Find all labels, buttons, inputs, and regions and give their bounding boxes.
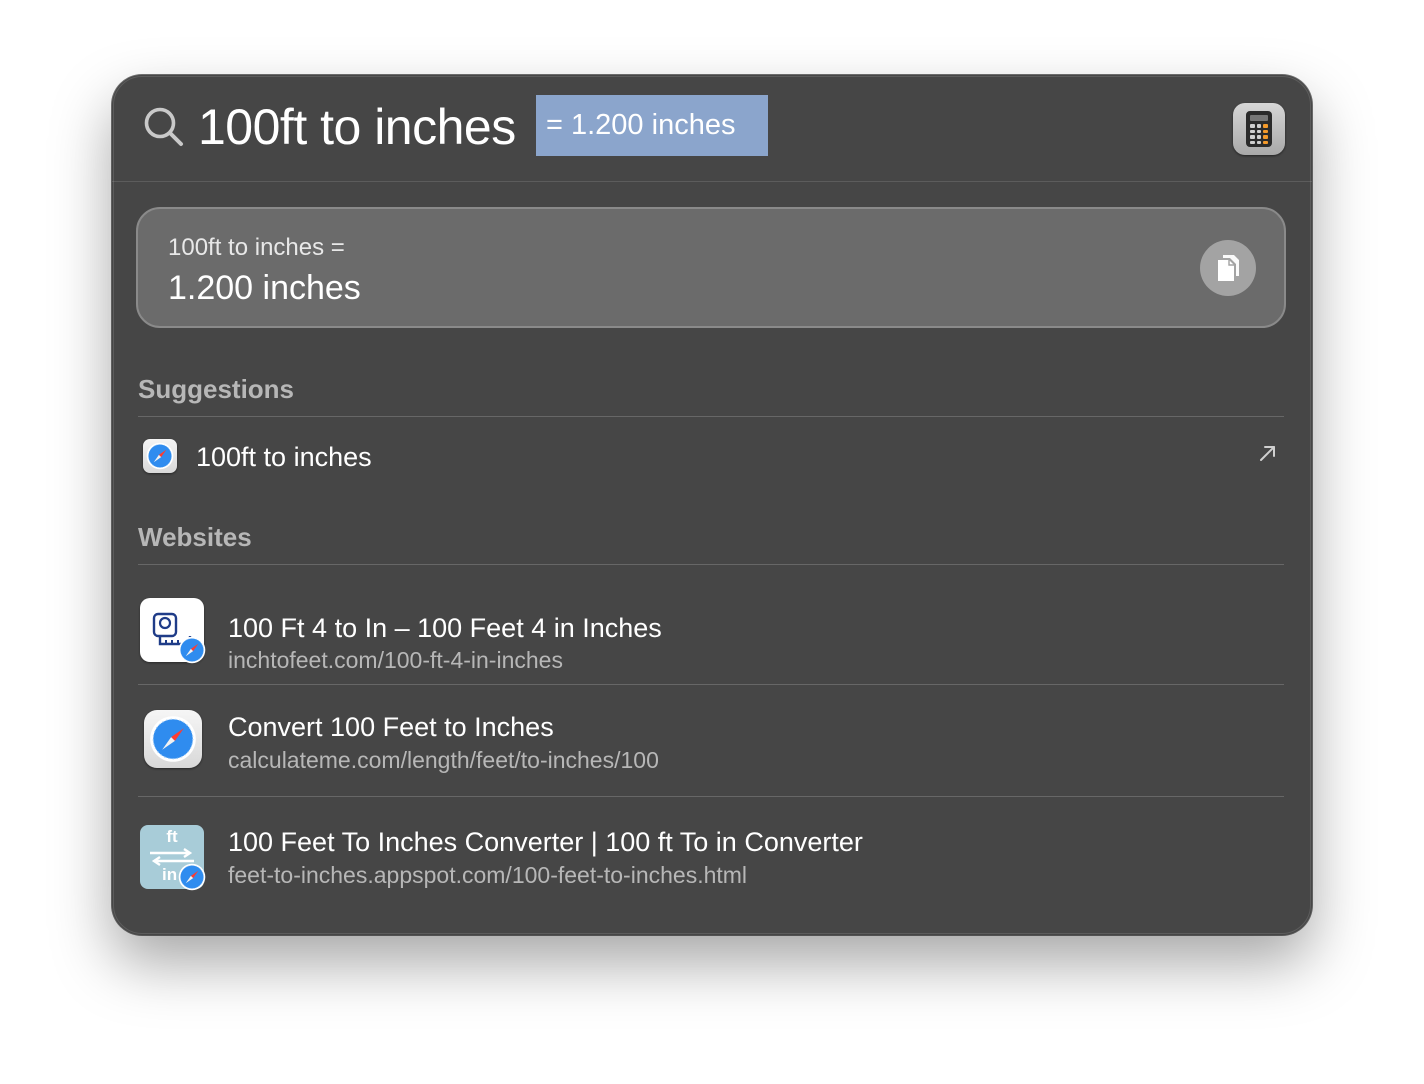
website-title: 100 Ft 4 to In – 100 Feet 4 in Inches (228, 613, 662, 643)
result-value: 1.200 inches (168, 269, 361, 307)
copy-button[interactable] (1200, 240, 1256, 296)
search-bar[interactable]: 100ft to inches = 1.200 inches (112, 75, 1312, 182)
divider (138, 564, 1284, 565)
website-result-item[interactable]: Convert 100 Feet to Inches calculateme.c… (138, 700, 1284, 800)
suggestion-item[interactable]: 100ft to inches (138, 417, 1284, 473)
safari-badge-icon (178, 863, 206, 891)
section-header-suggestions: Suggestions (138, 374, 295, 404)
in-label: in (162, 865, 178, 884)
section-header-websites: Websites (138, 522, 252, 552)
spotlight-window: 100ft to inches = 1.200 inches 100ft to … (112, 75, 1312, 935)
desktop: 100ft to inches = 1.200 inches 100ft to … (0, 0, 1424, 1084)
calculator-result-card[interactable]: 100ft to inches = 1.200 inches (136, 207, 1286, 328)
safari-badge-icon (178, 636, 206, 664)
open-arrow-icon[interactable] (1258, 443, 1278, 463)
copy-icon (1218, 255, 1239, 281)
divider (138, 684, 1284, 685)
search-input[interactable]: 100ft to inches (198, 97, 516, 157)
website-url: calculateme.com/length/feet/to-inches/10… (228, 747, 659, 773)
ft-to-in-icon: ft in (140, 825, 204, 889)
result-expression: 100ft to inches = (168, 234, 345, 261)
safari-icon (143, 439, 177, 473)
suggestion-label: 100ft to inches (196, 442, 372, 472)
website-result-item[interactable]: ft in 100 Feet To Inches Converter | 100… (138, 813, 1284, 913)
inline-result-completion[interactable]: = 1.200 inches (536, 95, 768, 156)
search-icon (144, 107, 183, 146)
website-title: Convert 100 Feet to Inches (228, 712, 554, 742)
website-url: feet-to-inches.appspot.com/100-feet-to-i… (228, 862, 748, 888)
website-title: 100 Feet To Inches Converter | 100 ft To… (228, 827, 863, 857)
calculator-app-icon[interactable] (1233, 103, 1285, 155)
website-result-item[interactable]: 100 Ft 4 to In – 100 Feet 4 in Inches in… (138, 587, 1284, 687)
divider (138, 796, 1284, 797)
safari-icon (144, 710, 202, 768)
tape-measure-icon (140, 598, 204, 662)
website-url: inchtofeet.com/100-ft-4-in-inches (228, 647, 563, 673)
